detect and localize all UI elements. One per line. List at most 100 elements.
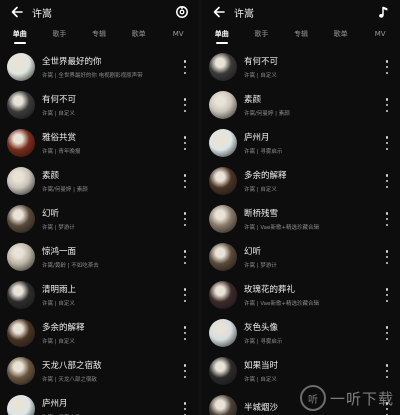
album-cover — [209, 205, 237, 233]
song-row[interactable]: 庐州月许嵩 | 寻雾启示 — [0, 390, 198, 415]
top-bar: 许嵩 — [202, 0, 400, 24]
tab-4[interactable]: MV — [360, 24, 400, 44]
more-options-icon[interactable] — [384, 288, 390, 302]
more-options-icon[interactable] — [384, 326, 390, 340]
tab-2[interactable]: 专辑 — [79, 24, 119, 44]
song-row[interactable]: 有何不可 许嵩 | 自定义 — [0, 86, 198, 124]
more-options-icon[interactable] — [384, 364, 390, 378]
song-title: 有何不可 — [244, 57, 279, 67]
song-title: 雅俗共赏 — [42, 133, 77, 143]
more-dot — [385, 364, 389, 367]
page-title: 许嵩 — [32, 8, 52, 20]
more-options-icon[interactable] — [384, 98, 390, 112]
song-title: 清明雨上 — [42, 285, 77, 295]
left-screen: 许嵩 单曲 歌手 专辑 歌单 MV 全世界最好的你 许嵩 | 全世界最好的你 电视剧影视原… — [0, 0, 198, 415]
tab-0[interactable]: 单曲 — [0, 24, 40, 44]
more-dot — [385, 261, 389, 264]
tab-1[interactable]: 歌手 — [242, 24, 282, 44]
more-options-icon[interactable] — [182, 250, 188, 264]
song-texts: 全世界最好的你 许嵩 | 全世界最好的你 电视剧影视原声带 — [42, 55, 176, 79]
more-options-icon[interactable] — [182, 174, 188, 188]
more-options-icon[interactable] — [384, 174, 390, 188]
tab-3[interactable]: 歌单 — [321, 24, 361, 44]
more-options-icon[interactable] — [384, 212, 390, 226]
song-title: 玫瑰花的葬礼 — [244, 285, 296, 295]
more-options-icon[interactable] — [182, 60, 188, 74]
song-title: 幻听 — [244, 247, 262, 257]
song-row[interactable]: 灰色头像 许嵩 | 寻雾启示 — [202, 314, 400, 352]
more-dot — [385, 331, 389, 335]
song-row[interactable]: 素颜 许嵩/何曼婷 | 素颜 — [0, 162, 198, 200]
tab-1[interactable]: 歌手 — [40, 24, 80, 44]
more-options-icon[interactable] — [182, 364, 188, 378]
more-dot — [385, 217, 389, 221]
song-row[interactable]: 清明雨上 许嵩 | 自定义 — [0, 276, 198, 314]
more-options-icon[interactable] — [182, 136, 188, 150]
song-row[interactable]: 多余的解释 许嵩 | 自定义 — [0, 314, 198, 352]
song-row[interactable]: 庐州月许嵩 | 寻雾启示 — [202, 124, 400, 162]
more-options-icon[interactable] — [182, 98, 188, 112]
more-dot — [385, 223, 389, 226]
back-arrow-icon[interactable] — [210, 3, 228, 21]
song-texts: 有何不可 许嵩 | 自定义 — [42, 93, 176, 117]
more-options-icon[interactable] — [384, 250, 390, 264]
more-options-icon[interactable] — [384, 136, 390, 150]
album-cover — [209, 319, 237, 347]
song-title: 灰色头像 — [244, 323, 279, 333]
tab-4[interactable]: MV — [158, 24, 198, 44]
song-meta: 许嵩 | 自定义 — [244, 377, 277, 383]
song-row[interactable]: 多余的解释 许嵩 | 自定义 — [202, 162, 400, 200]
song-meta: 许嵩 | Vae新歌+精选珍藏合辑 — [244, 301, 320, 307]
song-texts: 多余的解释 许嵩 | 自定义 — [42, 321, 176, 345]
song-meta: 许嵩 | 自定义 — [244, 73, 277, 79]
album-cover — [7, 357, 35, 385]
album-cover — [209, 281, 237, 309]
song-row[interactable]: 幻听 许嵩 | 梦游计 — [202, 238, 400, 276]
more-dot — [183, 98, 187, 101]
album-cover — [209, 243, 237, 271]
song-row[interactable]: 幻听 许嵩 | 梦游计 — [0, 200, 198, 238]
music-note-icon[interactable] — [376, 4, 392, 20]
tab-2[interactable]: 专辑 — [281, 24, 321, 44]
song-meta: 许嵩 | 天龙八部之宿敌 — [42, 377, 97, 383]
more-dot — [385, 337, 389, 340]
song-texts: 惊鸿一面 许嵩/黄龄 | 不如吃茶去 — [42, 245, 176, 269]
more-dot — [183, 179, 187, 183]
song-row[interactable]: 惊鸿一面 许嵩/黄龄 | 不如吃茶去 — [0, 238, 198, 276]
song-row[interactable]: 断桥残雪 许嵩 | Vae新歌+精选珍藏合辑 — [202, 200, 400, 238]
song-row[interactable]: 有何不可许嵩 | 自定义 — [202, 48, 400, 86]
tab-3[interactable]: 歌单 — [119, 24, 159, 44]
album-cover — [7, 243, 35, 271]
song-row[interactable]: 全世界最好的你 许嵩 | 全世界最好的你 电视剧影视原声带 — [0, 48, 198, 86]
back-arrow-icon[interactable] — [8, 3, 26, 21]
song-texts: 庐州月许嵩 | 寻雾启示 — [244, 131, 378, 155]
more-options-icon[interactable] — [182, 326, 188, 340]
song-meta: 许嵩/何曼婷 | 素颜 — [42, 187, 88, 193]
more-dot — [183, 217, 187, 221]
top-bar: 许嵩 — [0, 0, 198, 24]
tab-0[interactable]: 单曲 — [202, 24, 242, 44]
more-dot — [183, 337, 187, 340]
more-dot — [385, 369, 389, 373]
more-options-icon[interactable] — [182, 288, 188, 302]
song-texts: 如果当时 许嵩 | 自定义 — [244, 359, 378, 383]
song-title: 多余的解释 — [42, 323, 85, 333]
more-dot — [183, 375, 187, 378]
song-meta: 许嵩 | 青年晚报 — [42, 149, 81, 155]
more-dot — [183, 185, 187, 188]
song-title: 有何不可 — [42, 95, 77, 105]
right-screen: 许嵩 单曲 歌手 专辑 歌单 MV 有何不可 许嵩 | 自定义 素颜 许嵩/何曼婷 | 素颜庐… — [202, 0, 400, 415]
more-options-icon[interactable] — [384, 60, 390, 74]
shazam-recognize-icon[interactable] — [174, 4, 190, 20]
song-row[interactable]: 玫瑰花的葬礼许嵩 | Vae新歌+精选珍藏合辑 — [202, 276, 400, 314]
song-row[interactable]: 天龙八部之宿敌许嵩 | 天龙八部之宿敌 — [0, 352, 198, 390]
song-row[interactable]: 雅俗共赏许嵩 | 青年晚报 — [0, 124, 198, 162]
album-cover — [209, 357, 237, 385]
more-dot — [183, 288, 187, 291]
more-options-icon[interactable] — [182, 212, 188, 226]
more-dot — [183, 261, 187, 264]
song-row[interactable]: 素颜 许嵩/何曼婷 | 素颜 — [202, 86, 400, 124]
more-dot — [385, 98, 389, 101]
more-options-icon[interactable] — [182, 402, 188, 415]
song-title: 天龙八部之宿敌 — [42, 361, 102, 371]
